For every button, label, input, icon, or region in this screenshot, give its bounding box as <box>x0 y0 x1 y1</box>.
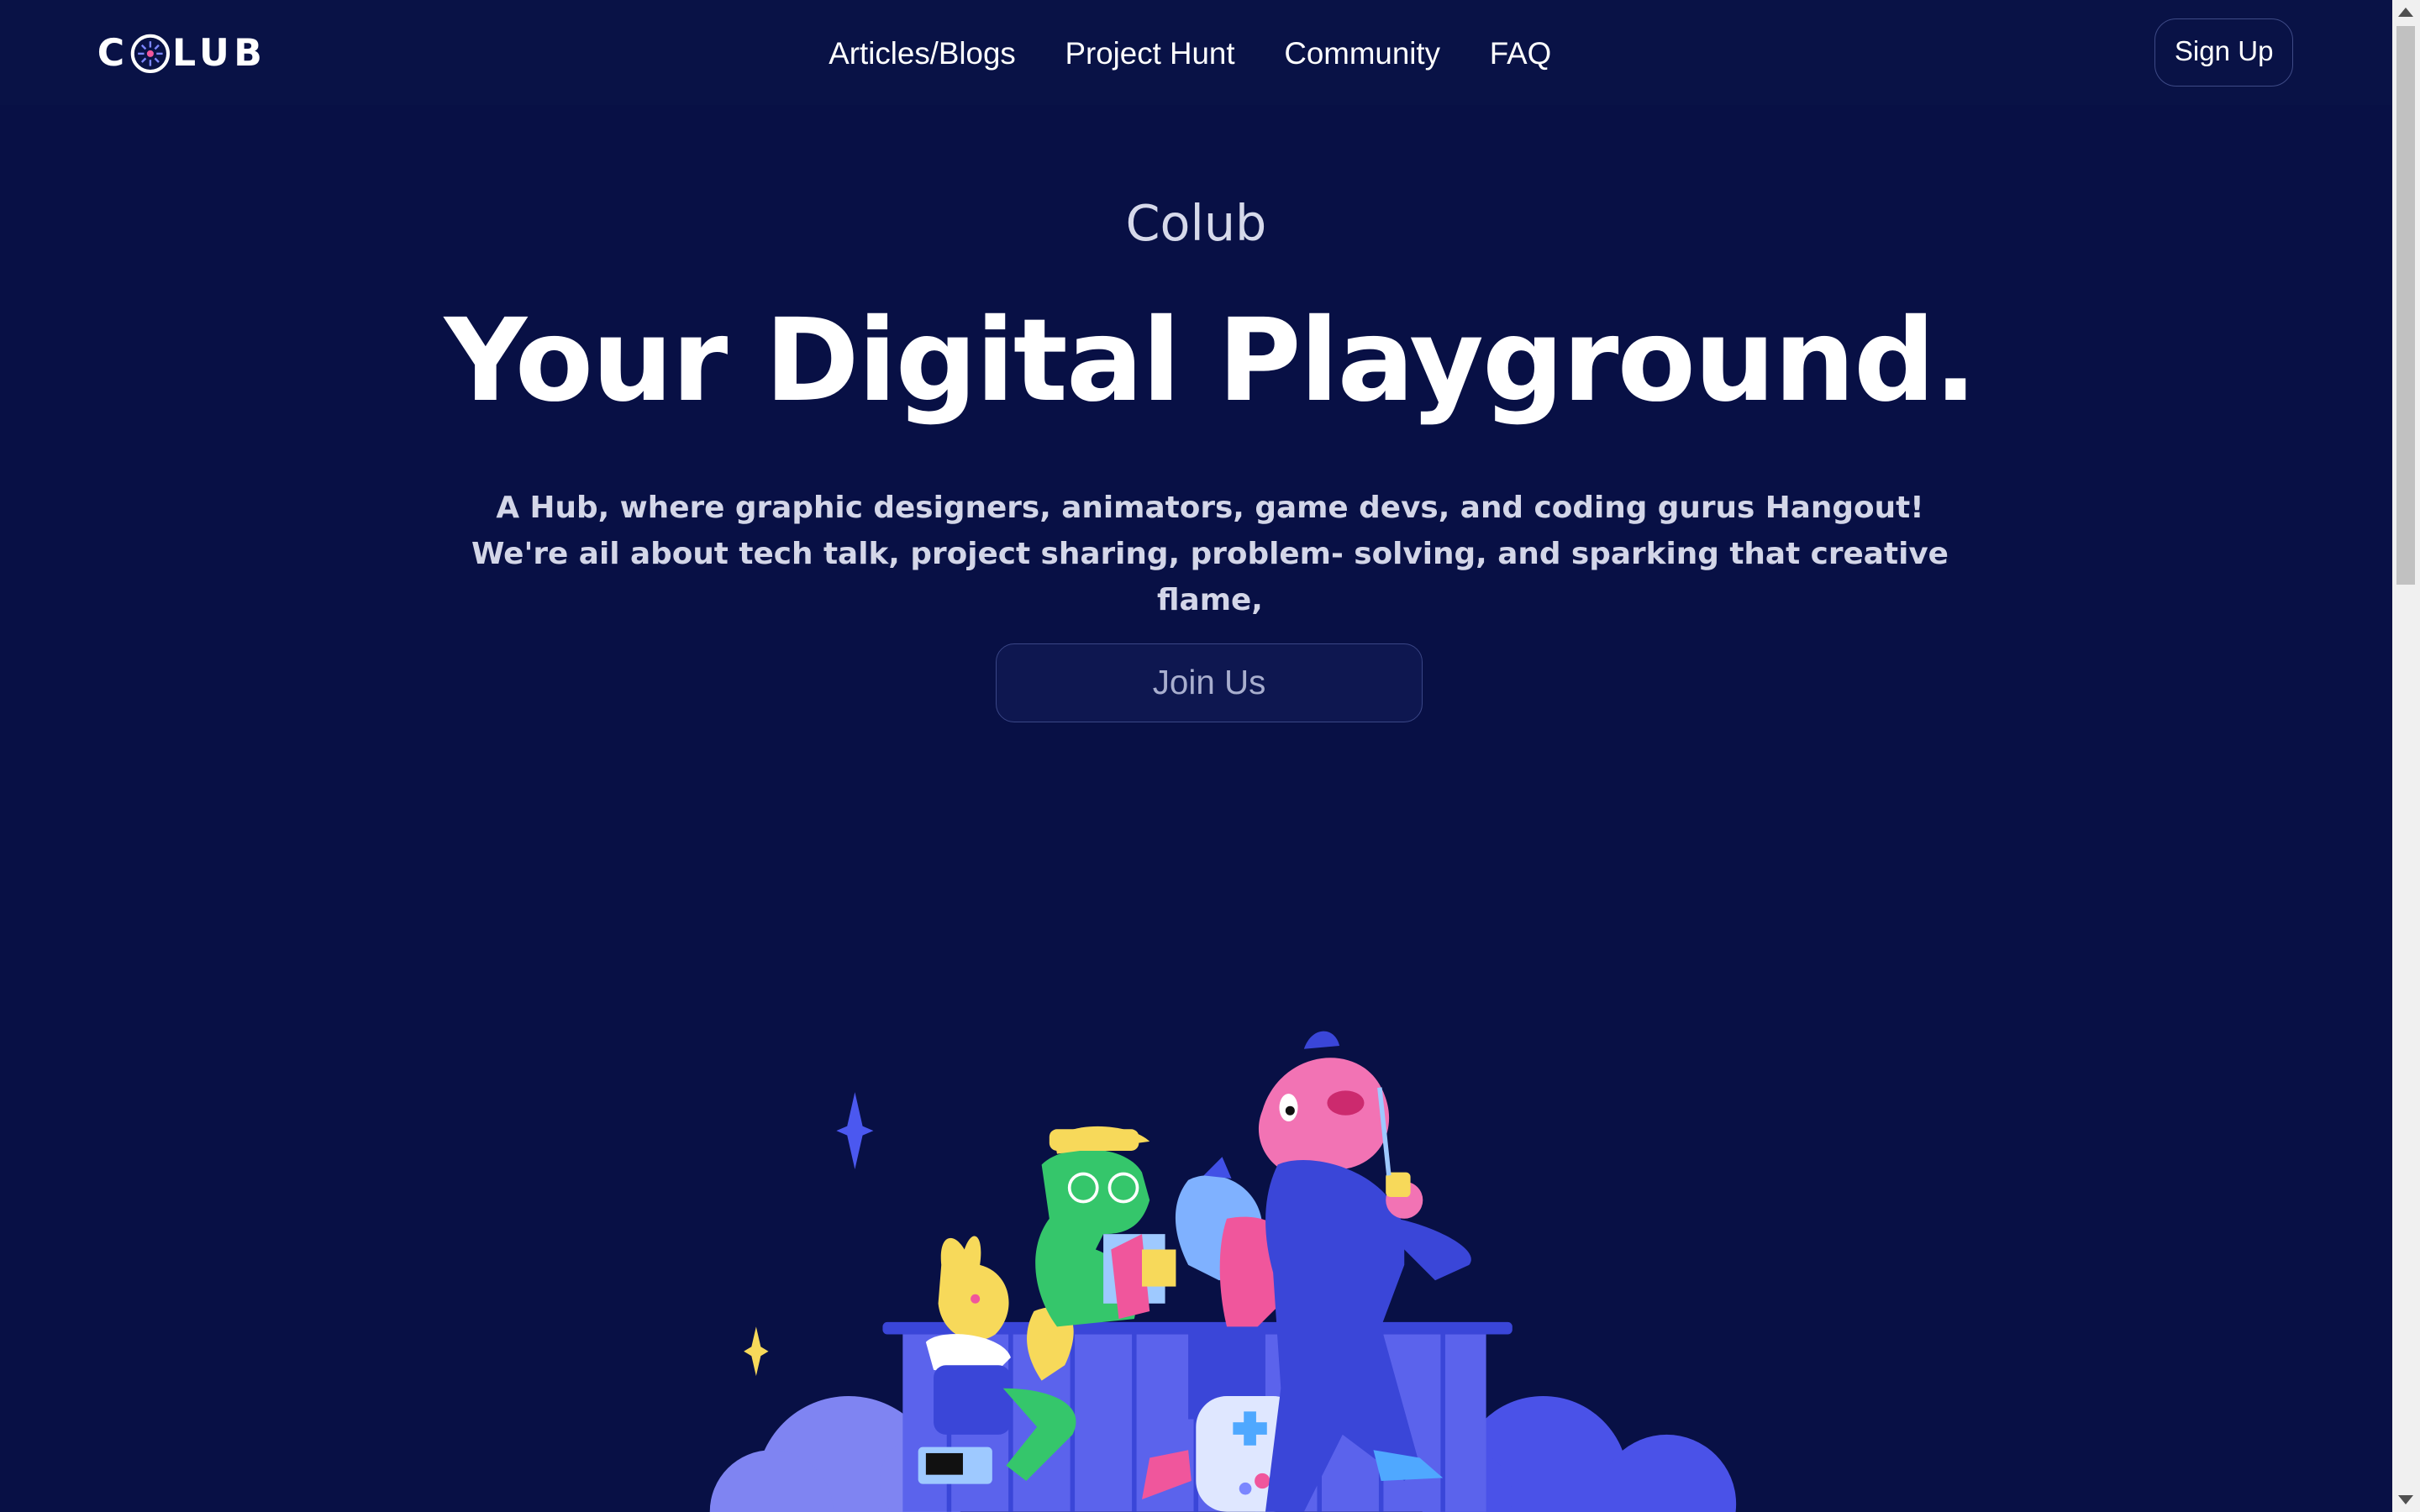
hero-tagline: A Hub, where graphic designers, animator… <box>471 490 1949 617</box>
hero-headline: Your Digital Playground. <box>444 294 1977 428</box>
scroll-up-arrow-icon[interactable] <box>2398 8 2414 18</box>
nav-articles-blogs[interactable]: Articles/Blogs <box>829 34 1015 74</box>
sign-up-button[interactable]: Sign Up <box>2154 18 2294 87</box>
main-nav: Articles/Blogs Project Hunt Community FA… <box>829 34 1551 74</box>
scrollbar-thumb[interactable] <box>2396 26 2416 585</box>
sparkle-icon <box>836 1092 874 1170</box>
vertical-scrollbar[interactable] <box>2391 0 2420 1512</box>
logo-letters-lub: LUB <box>171 32 267 76</box>
hero-brand-name: Colub <box>1125 194 1267 253</box>
logo-orb-icon <box>131 34 171 74</box>
sparkle-icon <box>744 1326 769 1377</box>
hero-illustration <box>709 1031 1737 1512</box>
nav-faq[interactable]: FAQ <box>1490 34 1551 74</box>
logo-letter-c: C <box>97 32 129 76</box>
green-character <box>1035 1126 1176 1327</box>
nav-project-hunt[interactable]: Project Hunt <box>1065 34 1235 74</box>
join-us-button[interactable]: Join Us <box>995 643 1423 722</box>
scroll-down-arrow-icon[interactable] <box>2398 1494 2414 1504</box>
nav-community[interactable]: Community <box>1284 34 1440 74</box>
colub-logo[interactable]: C LUB <box>97 34 267 74</box>
